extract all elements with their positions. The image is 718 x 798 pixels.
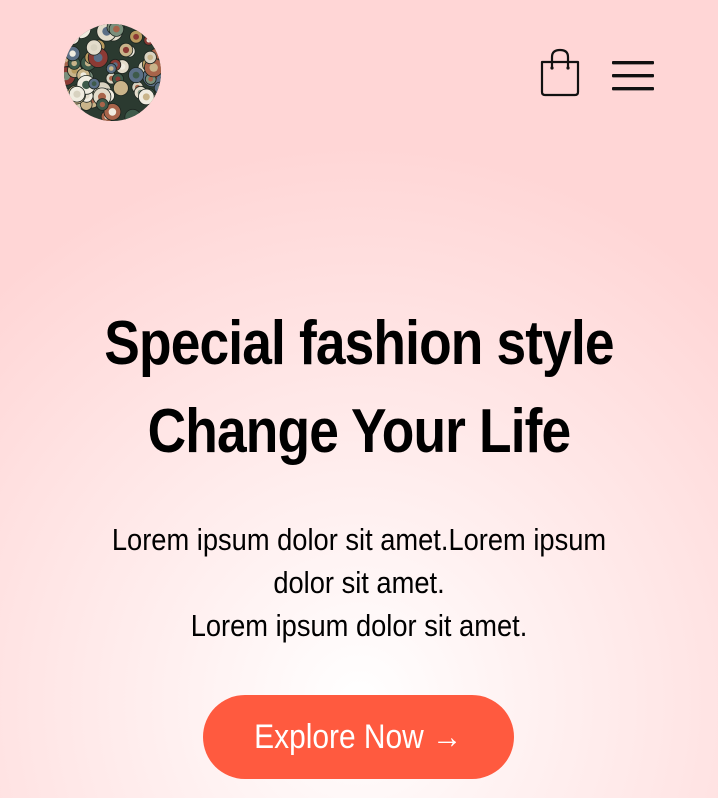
site-header — [0, 0, 718, 140]
hero-description-line-1: Lorem ipsum dolor sit amet.Lorem ipsum — [111, 522, 607, 557]
hero-title-line-1: Special fashion style — [104, 309, 614, 378]
shopping-bag-icon — [540, 48, 580, 97]
hero-section: Special fashion style Change Your Life L… — [0, 300, 718, 647]
explore-now-label: Explore Now — [254, 717, 425, 756]
hero-title-line-2: Change Your Life — [147, 397, 572, 466]
hero-description: Lorem ipsum dolor sit amet.Lorem ipsum d… — [43, 518, 675, 647]
hero-description-line-2: dolor sit amet. — [273, 565, 445, 600]
hamburger-menu-icon — [612, 61, 654, 91]
explore-now-button[interactable]: Explore Now → — [203, 695, 514, 779]
shopping-bag-button[interactable] — [538, 48, 582, 98]
logo-image — [64, 24, 161, 121]
arrow-right-icon: → — [432, 717, 463, 756]
explore-now-content: Explore Now → — [255, 718, 463, 757]
menu-button[interactable] — [610, 58, 656, 94]
logo[interactable] — [64, 24, 161, 121]
hero-description-line-3: Lorem ipsum dolor sit amet. — [190, 608, 528, 643]
hero-title: Special fashion style Change Your Life — [50, 300, 667, 476]
